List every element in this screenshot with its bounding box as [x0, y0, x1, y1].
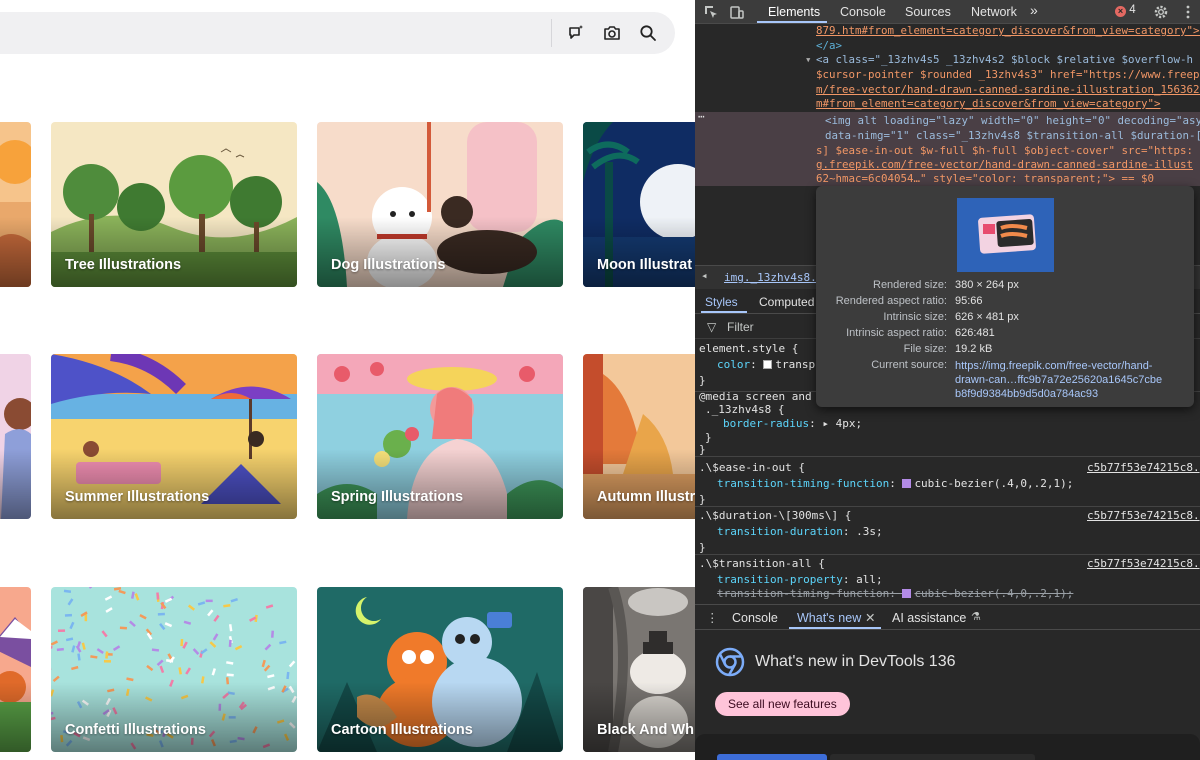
tab-console[interactable]: Console [840, 5, 886, 19]
more-options-icon[interactable] [1180, 4, 1196, 20]
stylesheet-source-link[interactable]: c5b77f53e74215c8. [1087, 460, 1200, 476]
category-card-partial[interactable] [0, 587, 31, 752]
styles-tab-indicator [701, 311, 747, 313]
expand-triangle-icon[interactable]: ▾ [805, 53, 812, 68]
category-label: Tree Illustrations [65, 257, 182, 273]
search-bar[interactable] [0, 12, 675, 54]
style-declaration[interactable]: border-radius: ▸ 4px; [723, 416, 862, 432]
style-declaration[interactable]: color: transp [717, 357, 815, 373]
category-label: Dog Illustrations [331, 257, 446, 273]
category-card-tree[interactable]: Tree Illustrations [51, 122, 297, 287]
drawer-tab-indicator [789, 627, 881, 629]
dom-line[interactable]: m/free-vector/hand-drawn-canned-sardine-… [816, 83, 1200, 98]
more-tabs-icon[interactable]: » [1030, 2, 1038, 18]
dom-line-selected[interactable]: <img alt loading="lazy" width="0" height… [825, 114, 1200, 129]
dom-line[interactable]: </a> [816, 39, 842, 54]
rule-selector: .\$ease-in-out { [699, 461, 805, 474]
category-card-summer[interactable]: Summer Illustrations [51, 354, 297, 519]
category-card-spring[interactable]: Spring Illustrations [317, 354, 563, 519]
web-page: Tree Illustrations Dog Illustrations Moo… [0, 0, 695, 760]
dom-line[interactable]: 879.htm#from_element=category_discover&f… [816, 24, 1200, 39]
dom-line[interactable]: m#from_element=category_discover&from_vi… [816, 97, 1161, 112]
see-all-features-button[interactable]: See all new features [715, 692, 850, 716]
category-card-confetti[interactable]: Confetti Illustrations [51, 587, 297, 752]
search-icon[interactable] [637, 22, 659, 44]
style-declaration[interactable]: transition-duration: .3s; [717, 524, 883, 540]
node-ellipsis-icon[interactable]: ⋯ [698, 110, 705, 125]
drawer-menu-icon[interactable]: ⋮ [706, 610, 719, 625]
dom-line-selected[interactable]: data-nimg="1" class="_13zhv4s8 $transiti… [825, 129, 1200, 144]
dom-line-selected[interactable]: 62~hmac=6c04054…" style="color: transpar… [816, 172, 1154, 187]
category-card-dog[interactable]: Dog Illustrations [317, 122, 563, 287]
breadcrumb-scroll-left-icon[interactable]: ◂ [701, 269, 708, 282]
stylesheet-source-link[interactable]: c5b77f53e74215c8. [1087, 556, 1200, 572]
error-count-badge[interactable]: × 4 [1115, 4, 1136, 17]
category-card-moon[interactable]: Moon Illustrat [583, 122, 695, 287]
devtools-main-toolbar: Elements Console Sources Network » × 4 [695, 0, 1200, 24]
rule-close-brace: } [705, 431, 712, 444]
dom-line[interactable]: <a class="_13zhv4s5 _13zhv4s2 $block $re… [816, 53, 1193, 68]
style-declaration[interactable]: transition-timing-function: cubic-bezier… [717, 476, 1073, 492]
tab-network[interactable]: Network [971, 5, 1017, 19]
dom-line-selected[interactable]: g.freepik.com/free-vector/hand-drawn-can… [816, 158, 1193, 173]
drawer-tabbar: ⋮ Console What's new ✕ AI assistance ⚗ [695, 604, 1200, 630]
devtools-panel: Elements Console Sources Network » × 4 8… [695, 0, 1200, 760]
tab-elements[interactable]: Elements [768, 5, 820, 19]
category-label: Autumn Illustr [597, 489, 695, 505]
category-card-cartoon[interactable]: Cartoon Illustrations [317, 587, 563, 752]
feature-card [695, 734, 1200, 760]
category-label: Black And Wh [597, 722, 694, 738]
dom-line-selected[interactable]: s] $ease-in-out $w-full $h-full $object-… [816, 144, 1193, 159]
filter-icon: ▽ [707, 320, 717, 334]
dom-line[interactable]: $cursor-pointer $rounded _13zhv4s3" href… [816, 68, 1200, 83]
category-card-partial[interactable] [0, 354, 31, 519]
category-label: Cartoon Illustrations [331, 722, 473, 738]
whats-new-title: What's new in DevTools 136 [755, 653, 956, 670]
drawer-tab-ai-assistance[interactable]: AI assistance [892, 611, 966, 625]
tab-styles[interactable]: Styles [705, 295, 738, 309]
rule-selector: .\$duration-\[300ms\] { [699, 509, 852, 522]
stylesheet-source-link[interactable]: c5b77f53e74215c8. [1087, 508, 1200, 524]
error-icon: × [1115, 6, 1126, 17]
category-label: Moon Illustrat [597, 257, 693, 273]
camera-search-icon[interactable] [601, 22, 623, 44]
style-declaration-overridden[interactable]: transition-timing-function: cubic-bezier… [717, 586, 1073, 602]
feature-card-thumbnail [830, 754, 1035, 760]
breadcrumb-item[interactable]: img._13zhv4s8.\$ [724, 271, 830, 284]
chrome-devtools-logo-icon [715, 647, 745, 677]
settings-gear-icon[interactable] [1153, 4, 1169, 20]
inspect-element-icon[interactable] [703, 4, 719, 20]
drawer-tab-console[interactable]: Console [732, 611, 778, 625]
category-label: Summer Illustrations [65, 489, 210, 505]
error-count: 4 [1129, 4, 1136, 16]
flask-icon: ⚗ [971, 611, 981, 623]
image-preview-tooltip: Rendered size: 380 × 264 px Rendered aspe… [816, 186, 1194, 407]
device-toolbar-icon[interactable] [729, 4, 745, 20]
whats-new-panel: What's new in DevTools 136 See all new f… [695, 631, 1200, 760]
filter-input[interactable]: Filter [727, 320, 754, 334]
ai-search-icon[interactable] [565, 22, 587, 44]
image-source-url[interactable]: https://img.freepik.com/free-vector/hand… [955, 359, 1162, 401]
tab-sources[interactable]: Sources [905, 5, 951, 19]
rule-close-brace: } [699, 374, 706, 387]
drawer-tab-whats-new[interactable]: What's new [797, 611, 861, 625]
tab-computed[interactable]: Computed [759, 295, 814, 309]
rule-selector: .\$transition-all { [699, 557, 825, 570]
category-label: Spring Illustrations [331, 489, 464, 505]
feature-card-thumbnail [717, 754, 827, 760]
active-tab-indicator [757, 21, 827, 23]
close-tab-icon[interactable]: ✕ [865, 610, 875, 625]
category-card-partial[interactable] [0, 122, 31, 287]
category-card-black-white[interactable]: Black And Wh [583, 587, 695, 752]
sardine-can-thumbnail [957, 198, 1054, 272]
category-card-autumn[interactable]: Autumn Illustr [583, 354, 695, 519]
rule-selector: element.style { [699, 342, 799, 355]
category-label: Confetti Illustrations [65, 722, 206, 738]
search-divider [551, 19, 552, 47]
